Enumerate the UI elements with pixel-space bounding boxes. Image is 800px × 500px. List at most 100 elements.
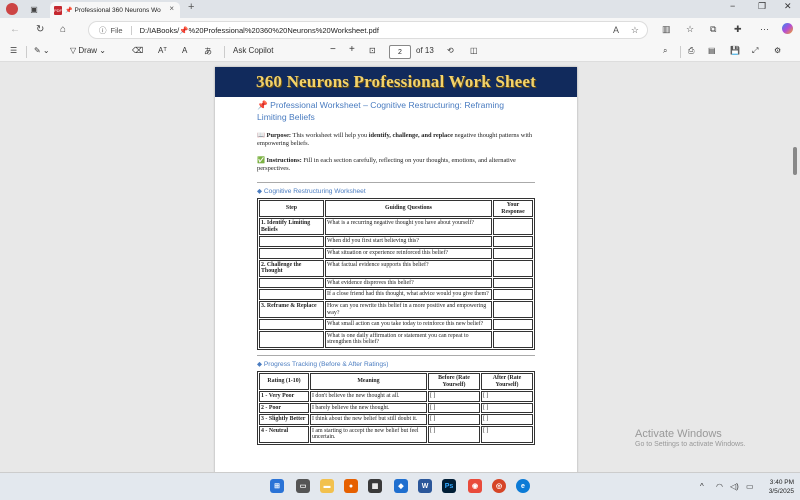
divider-line [257,354,535,356]
table-cell[interactable] [493,319,533,330]
collections-icon[interactable]: ⧉ [710,24,716,35]
extensions-icon[interactable]: ✚ [734,24,742,35]
word-icon[interactable]: W [418,479,432,493]
minimize-button[interactable]: − [730,1,735,11]
home-icon[interactable]: ⌂ [60,24,66,35]
rotate-icon[interactable]: ⟲ [447,46,454,55]
start-windows-icon[interactable]: ⊞ [270,479,284,493]
wifi-icon[interactable]: ◠ [716,482,723,491]
tab-close-button[interactable]: × [169,4,174,13]
document-banner: 360 Neurons Professional Work Sheet [215,67,577,97]
table-cell[interactable]: [ ] [428,402,480,414]
highlight-icon[interactable]: ✎ ⌄ [34,46,50,55]
back-arrow-icon[interactable]: ← [10,24,20,35]
table-cell[interactable]: [ ] [428,391,480,402]
table-cell [259,319,324,330]
table-cell: What is a recurring negative thought you… [325,218,492,236]
close-window-button[interactable]: ✕ [784,1,792,12]
contents-list-icon[interactable]: ☰ [10,46,17,55]
page-view-icon[interactable]: ◫ [470,46,478,55]
page-number-input[interactable]: 2 [389,45,411,59]
table-cell: I think about the new belief but still d… [310,414,427,425]
progress-tracking-table: Rating (1-10) Meaning Before (Rate Yours… [257,370,535,446]
table-body: 1. Identify Limiting Beliefs What is a re… [259,218,533,348]
zoom-in-button[interactable]: + [349,44,355,55]
task-view-icon[interactable]: ▭ [296,479,310,493]
table-cell[interactable]: [ ] [481,402,533,414]
table-cell: 2 - Poor [259,402,309,414]
clock[interactable]: 3:40 PM 3/5/2025 [769,478,794,496]
read-aloud-icon[interactable]: A [613,25,619,35]
fullscreen-icon[interactable]: ⤢ [752,46,758,56]
table-cell[interactable] [493,277,533,289]
section-heading: ◆ Cognitive Restructuring Worksheet [257,188,366,195]
refresh-icon[interactable]: ↻ [36,24,44,35]
table-cell[interactable] [493,300,533,319]
tab-title: Professional 360 Neurons Wo [74,6,161,14]
table-cell: What situation or experience reinforced … [325,247,492,259]
firefox-icon[interactable]: ● [344,479,358,493]
translate-icon[interactable]: あ [204,46,212,57]
url-text: D:/IABooks/📌%20Professional%20360%20Neur… [139,25,379,35]
table-cell[interactable] [493,289,533,300]
table-row: 3 - Slightly Better I think about the new… [259,414,533,425]
table-row: 1 - Very Poor I don't believe the new tho… [259,391,533,402]
save-as-icon[interactable]: ▤ [708,46,716,55]
table-cell[interactable] [493,259,533,277]
edge-icon[interactable]: e [516,479,530,493]
table-cell[interactable] [493,247,533,259]
read-aloud-icon[interactable]: A [182,46,187,55]
table-cell[interactable]: [ ] [481,414,533,425]
table-cell[interactable]: [ ] [481,391,533,402]
profile-avatar-icon[interactable] [6,3,18,15]
table-header: Your Response [493,200,533,218]
app-icon[interactable]: ◉ [468,479,482,493]
search-icon[interactable]: ⌕ [663,46,667,56]
print-icon[interactable]: ⎙ [688,46,694,56]
photoshop-icon[interactable]: Ps [442,479,456,493]
table-cell[interactable]: [ ] [428,425,480,444]
url-field[interactable]: ⓘ File D:/IABooks/📌%20Professional%20360… [88,21,648,39]
draw-button[interactable]: ▽ Draw ⌄ [70,46,106,55]
zoom-out-button[interactable]: − [330,44,336,55]
table-cell: What small action can you take today to … [325,319,492,330]
workspaces-icon[interactable]: ▣ [28,3,40,15]
table-cell: I don't believe the new thought at all. [310,391,427,402]
favorite-star-icon[interactable]: ☆ [631,25,639,36]
table-cell[interactable] [493,236,533,247]
table-header: Rating (1-10) [259,372,309,391]
chrome-icon[interactable]: ◎ [492,479,506,493]
save-icon[interactable]: 💾 [730,46,740,55]
add-text-icon[interactable]: Aᵀ [158,46,167,55]
draw-label: Draw [78,46,98,55]
table-cell[interactable]: [ ] [481,425,533,444]
maximize-button[interactable]: ❐ [758,1,766,12]
table-cell[interactable] [493,218,533,236]
url-scheme-label: File [111,25,132,35]
table-cell [259,247,324,259]
erase-icon[interactable]: ⌫ [132,46,143,55]
new-tab-button[interactable]: + [188,1,194,13]
table-cell: If a close friend had this thought, what… [325,289,492,300]
favorites-icon[interactable]: ☆ [686,24,694,35]
copilot-icon[interactable] [782,23,793,34]
active-tab[interactable]: PDF 📌 Professional 360 Neurons Wo × [50,2,180,18]
table-row: What small action can you take today to … [259,319,533,330]
menu-icon[interactable]: ⋯ [760,24,769,35]
table-cell[interactable] [493,330,533,348]
table-cell: I am starting to accept the new belief b… [310,425,427,444]
app-icon[interactable]: ▦ [368,479,382,493]
divider-line [257,182,535,183]
ask-copilot-button[interactable]: Ask Copilot [233,46,273,55]
vertical-scrollbar[interactable] [793,147,797,175]
defender-icon[interactable]: ◆ [394,479,408,493]
tray-chevron-icon[interactable]: ^ [700,482,704,491]
table-cell[interactable]: [ ] [428,414,480,425]
settings-gear-icon[interactable]: ⚙ [774,46,781,55]
volume-icon[interactable]: ◁) [730,482,739,491]
split-screen-icon[interactable]: ▥ [662,24,671,35]
battery-icon[interactable]: ▭ [746,482,754,491]
pdf-viewer[interactable]: 360 Neurons Professional Work Sheet 📌 Pr… [0,62,800,472]
file-explorer-icon[interactable]: ▬ [320,479,334,493]
fit-page-icon[interactable]: ⊡ [369,46,376,55]
